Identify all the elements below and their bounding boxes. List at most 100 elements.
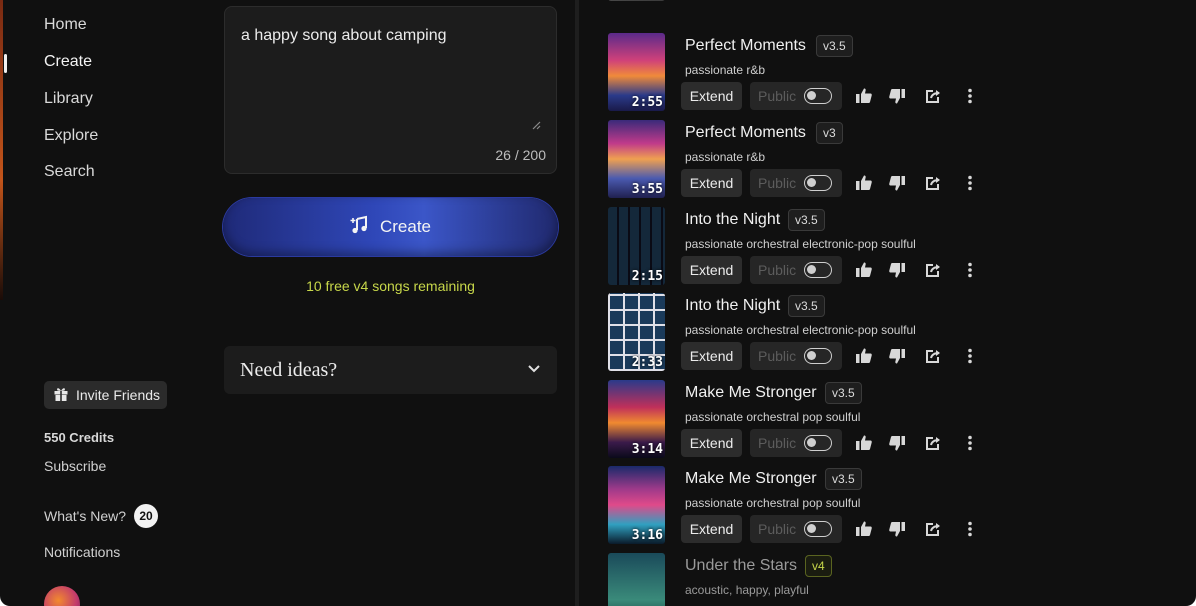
public-toggle[interactable]: Public [750, 429, 842, 457]
thumbs-down-icon[interactable] [886, 172, 908, 194]
share-icon[interactable] [922, 345, 944, 367]
subscribe-link[interactable]: Subscribe [44, 458, 106, 474]
thumbs-up-icon[interactable] [853, 172, 875, 194]
more-options-icon[interactable] [959, 518, 981, 540]
thumbs-up-icon[interactable] [853, 518, 875, 540]
toggle-switch-icon [804, 262, 833, 278]
public-label: Public [758, 175, 797, 191]
share-icon[interactable] [922, 172, 944, 194]
song-cover-art[interactable]: 2:33 [608, 293, 665, 371]
song-tags[interactable]: passionate r&b [685, 63, 765, 77]
song-row[interactable]: Under the Stars v4 acoustic, happy, playfu… [608, 553, 1168, 606]
more-options-icon[interactable] [959, 259, 981, 281]
song-row[interactable]: 2:15 Into the Night v3.5 passionate orchest… [608, 207, 1168, 287]
song-tags[interactable]: passionate orchestral electronic-pop sou… [685, 237, 916, 251]
song-title[interactable]: Under the Stars [685, 557, 797, 575]
create-button[interactable]: Create [223, 198, 558, 256]
song-tags[interactable]: acoustic, happy, playful [685, 583, 809, 597]
need-ideas-dropdown[interactable]: Need ideas? [224, 346, 557, 394]
notifications-link[interactable]: Notifications [44, 544, 120, 560]
more-options-icon[interactable] [959, 85, 981, 107]
more-options-icon[interactable] [959, 432, 981, 454]
share-icon[interactable] [922, 259, 944, 281]
song-tags[interactable]: passionate orchestral pop soulful [685, 410, 860, 424]
song-tags[interactable]: passionate r&b [685, 150, 765, 164]
song-duration: 3:55 [631, 182, 663, 197]
song-cover-art[interactable]: 2:55 [608, 33, 665, 111]
more-options-icon[interactable] [959, 172, 981, 194]
public-label: Public [758, 521, 797, 537]
song-title[interactable]: Into the Night [685, 211, 780, 229]
nav-explore[interactable]: Explore [44, 127, 98, 145]
thumbs-up-icon[interactable] [853, 432, 875, 454]
song-row[interactable]: 3:14 Make Me Stronger v3.5 passionate orche… [608, 380, 1168, 460]
active-indicator [4, 54, 7, 73]
song-tags[interactable]: passionate orchestral electronic-pop sou… [685, 323, 916, 337]
public-toggle[interactable]: Public [750, 82, 842, 110]
song-tags[interactable]: passionate orchestral pop soulful [685, 496, 860, 510]
thumbs-up-icon[interactable] [853, 259, 875, 281]
nav-library[interactable]: Library [44, 90, 93, 108]
whats-new-link[interactable]: What's New? 20 [44, 504, 159, 528]
song-cover-art[interactable]: 2:15 [608, 207, 665, 285]
song-cover-art[interactable]: 3:14 [608, 380, 665, 458]
extend-button[interactable]: Extend [681, 169, 742, 197]
song-cover-art[interactable]: 3:55 [608, 120, 665, 198]
more-options-icon[interactable] [959, 345, 981, 367]
song-title[interactable]: Make Me Stronger [685, 470, 817, 488]
version-badge: v3 [816, 122, 843, 144]
song-cover-art[interactable]: 3:49 [608, 0, 665, 1]
public-label: Public [758, 348, 797, 364]
invite-friends-button[interactable]: Invite Friends [44, 381, 167, 409]
song-row[interactable]: 3:49ExtendPublic [608, 0, 1168, 3]
nav-create[interactable]: Create [44, 53, 92, 71]
song-duration: 2:55 [631, 95, 663, 110]
extend-button[interactable]: Extend [681, 515, 742, 543]
song-row[interactable]: 2:33 Into the Night v3.5 passionate orchest… [608, 293, 1168, 373]
song-title[interactable]: Make Me Stronger [685, 384, 817, 402]
prompt-input[interactable]: a happy song about camping 26 / 200 [224, 6, 557, 174]
chevron-down-icon [527, 361, 541, 380]
song-title[interactable]: Perfect Moments [685, 124, 806, 142]
thumbs-up-icon[interactable] [853, 345, 875, 367]
public-toggle[interactable]: Public [750, 515, 842, 543]
song-row[interactable]: 3:55 Perfect Moments v3 passionate r&b Exten… [608, 120, 1168, 200]
thumbs-down-icon[interactable] [886, 432, 908, 454]
song-cover-art[interactable] [608, 553, 665, 606]
song-cover-art[interactable]: 3:16 [608, 466, 665, 544]
extend-button[interactable]: Extend [681, 429, 742, 457]
gift-icon [53, 386, 69, 405]
toggle-switch-icon [804, 435, 833, 451]
panel-divider[interactable] [575, 0, 579, 606]
create-button-label: Create [379, 217, 432, 236]
public-toggle[interactable]: Public [750, 256, 842, 284]
nav-home[interactable]: Home [44, 16, 87, 34]
song-duration: 3:16 [631, 528, 663, 543]
song-title[interactable]: Into the Night [685, 297, 780, 315]
public-toggle[interactable]: Public [750, 342, 842, 370]
share-icon[interactable] [922, 85, 944, 107]
public-label: Public [758, 262, 797, 278]
extend-button[interactable]: Extend [681, 82, 742, 110]
thumbs-down-icon[interactable] [886, 518, 908, 540]
song-title[interactable]: Perfect Moments [685, 37, 806, 55]
thumbs-up-icon[interactable] [853, 85, 875, 107]
thumbs-down-icon[interactable] [886, 259, 908, 281]
public-label: Public [758, 435, 797, 451]
thumbs-down-icon[interactable] [886, 85, 908, 107]
share-icon[interactable] [922, 518, 944, 540]
share-icon[interactable] [922, 432, 944, 454]
prompt-text[interactable]: a happy song about camping [241, 27, 446, 45]
extend-button[interactable]: Extend [681, 256, 742, 284]
thumbs-down-icon[interactable] [886, 345, 908, 367]
toggle-switch-icon [804, 175, 833, 191]
extend-button[interactable]: Extend [681, 342, 742, 370]
song-row[interactable]: 3:16 Make Me Stronger v3.5 passionate orche… [608, 466, 1168, 546]
public-toggle[interactable]: Public [750, 169, 842, 197]
nav-search[interactable]: Search [44, 163, 95, 181]
need-ideas-label: Need ideas? [240, 358, 338, 381]
resize-handle-icon[interactable] [531, 117, 541, 130]
avatar[interactable] [44, 586, 80, 606]
song-row[interactable]: 2:55 Perfect Moments v3.5 passionate r&b Ext… [608, 33, 1168, 113]
whats-new-label: What's New? [44, 508, 127, 524]
